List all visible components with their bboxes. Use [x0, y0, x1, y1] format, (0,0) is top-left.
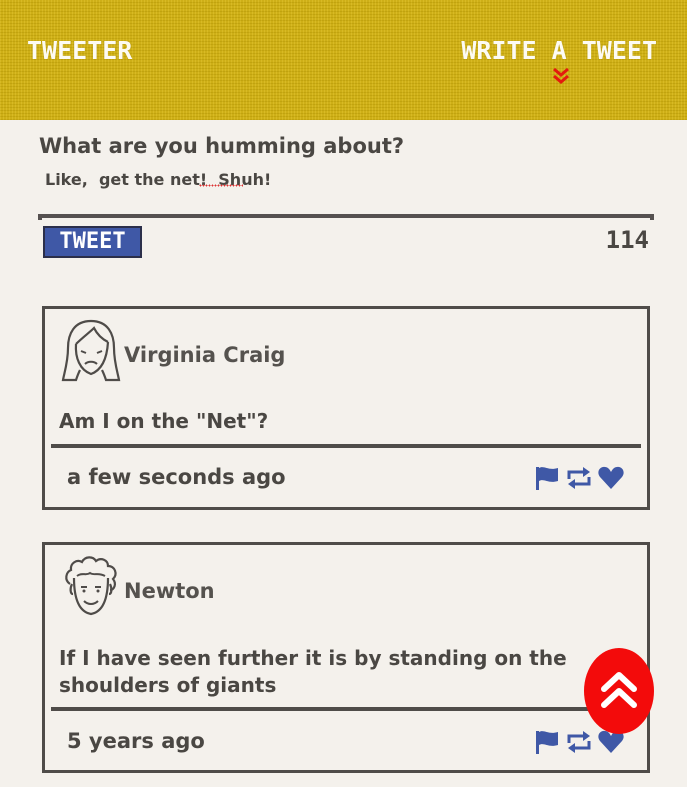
- brand-logo[interactable]: TWEETER: [27, 36, 132, 65]
- tweet-username[interactable]: Virginia Craig: [124, 343, 285, 367]
- flag-icon[interactable]: [533, 464, 561, 492]
- tweet-button[interactable]: TWEET: [43, 226, 142, 258]
- tweet-divider: [51, 707, 641, 711]
- char-counter: 114: [605, 226, 649, 254]
- spellcheck-underline: [199, 184, 243, 187]
- double-chevron-up-icon: [601, 672, 637, 708]
- tweet-actions: [533, 464, 625, 492]
- tweet-input[interactable]: [45, 167, 645, 191]
- tweet-card: Newton If I have seen further it is by s…: [42, 542, 650, 773]
- heart-icon[interactable]: [597, 464, 625, 492]
- flag-icon[interactable]: [533, 728, 561, 756]
- woman-face-icon: [61, 319, 121, 382]
- write-tweet-link[interactable]: WRITE A TWEET: [461, 36, 657, 65]
- tweet-divider: [51, 444, 641, 448]
- curly-hair-man-face-icon: [65, 556, 117, 616]
- tweet-text: Am I on the "Net"?: [59, 409, 269, 433]
- tweet-timestamp: a few seconds ago: [67, 465, 286, 489]
- tweet-timestamp: 5 years ago: [67, 729, 205, 753]
- retweet-icon[interactable]: [565, 464, 593, 492]
- tweet-username[interactable]: Newton: [124, 579, 215, 603]
- scroll-to-top-button[interactable]: [584, 648, 654, 734]
- tweet-text: If I have seen further it is by standing…: [59, 646, 567, 697]
- double-chevron-down-icon[interactable]: [552, 66, 570, 86]
- compose-divider: [38, 214, 654, 218]
- retweet-icon[interactable]: [565, 728, 593, 756]
- compose-prompt: What are you humming about?: [39, 134, 405, 158]
- compose-divider-left-tick: [38, 214, 42, 220]
- tweet-card: Virginia Craig Am I on the "Net"? a few …: [42, 306, 650, 510]
- site-header: TWEETER WRITE A TWEET: [0, 0, 687, 120]
- compose-divider-right-tick: [650, 214, 654, 220]
